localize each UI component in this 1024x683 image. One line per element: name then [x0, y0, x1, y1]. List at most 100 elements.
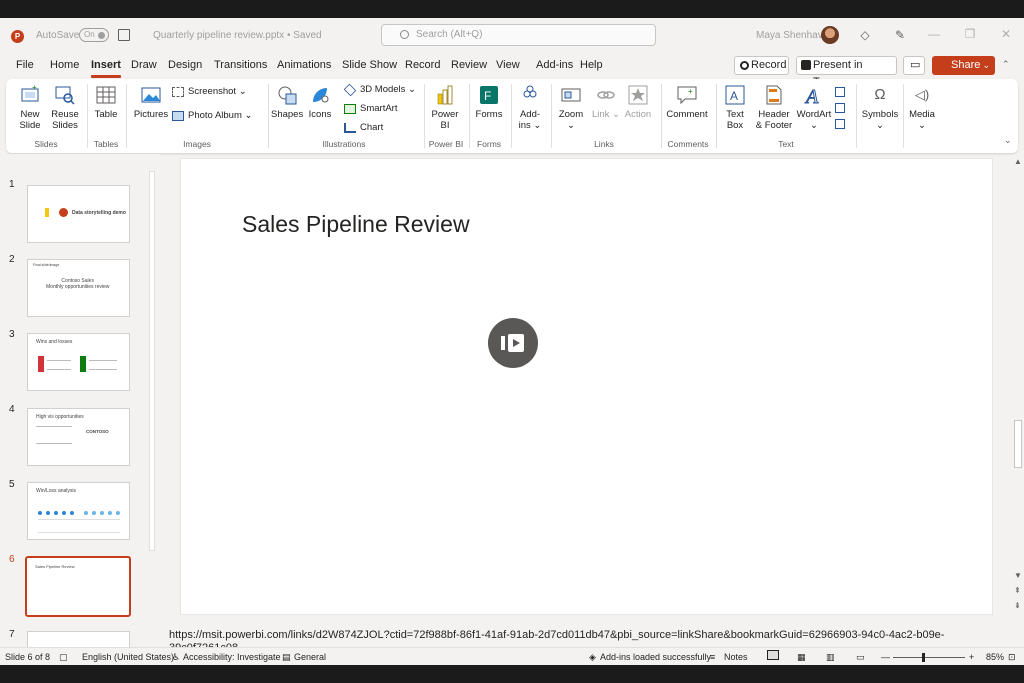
speaker-icon: ◁) [914, 87, 930, 102]
tab-help[interactable]: Help [580, 59, 603, 71]
minimize-icon[interactable]: — [927, 27, 941, 41]
zoom-out-icon[interactable]: — [881, 652, 890, 662]
new-slide-button[interactable]: + New Slide [12, 84, 48, 131]
share-button[interactable]: Share ⌄ [932, 56, 995, 75]
slide-number-icon[interactable] [835, 103, 845, 113]
zoom-slider-thumb[interactable] [922, 653, 925, 662]
slide-thumbnail-1[interactable]: Data storytelling demo [27, 185, 130, 243]
thumbnail-detail-lines [89, 360, 117, 370]
tab-animations[interactable]: Animations [277, 59, 331, 71]
slide-thumbnail-5[interactable]: Win/Loss analysis [27, 482, 130, 540]
tab-view[interactable]: View [496, 59, 520, 71]
slide-thumbnail-3[interactable]: Wins and losses [27, 333, 130, 391]
accessibility-status[interactable]: Accessibility: Investigate [183, 652, 281, 662]
tab-insert[interactable]: Insert [91, 59, 121, 78]
add-ins-button[interactable]: Add-ins ⌄ [514, 84, 546, 131]
fit-to-window-icon[interactable]: ⊡ [1008, 652, 1016, 663]
slide-thumbnail-4[interactable]: High vis opportunities CONTOSO [27, 408, 130, 466]
search-box[interactable]: Search (Alt+Q) [381, 24, 656, 46]
video-play-button[interactable] [488, 318, 538, 368]
symbols-button[interactable]: Ω Symbols ⌄ [860, 84, 900, 131]
document-title[interactable]: Quarterly pipeline review.pptx • Saved [153, 30, 322, 41]
tab-file[interactable]: File [16, 59, 34, 71]
table-icon [96, 86, 116, 104]
link-button[interactable]: Link ⌄ [591, 84, 621, 120]
slide-thumbnail-2[interactable]: Final slide/image Contoso Sales Monthly … [27, 259, 130, 317]
tab-design[interactable]: Design [168, 59, 202, 71]
date-time-icon[interactable] [835, 87, 845, 97]
slide-scrollbar[interactable]: ▲ ▼ ⇞ ⇟ [1012, 155, 1024, 635]
3d-models-button[interactable]: 3D Models ⌄ [343, 83, 416, 97]
scrollbar-thumb[interactable] [149, 171, 155, 551]
scroll-up-icon[interactable]: ▲ [1014, 157, 1022, 166]
tab-record[interactable]: Record [405, 59, 440, 71]
comment-button[interactable]: + Comment [665, 84, 709, 120]
zoom-in-icon[interactable]: + [969, 652, 974, 662]
notes-button[interactable]: Notes [724, 652, 748, 662]
previous-slide-icon[interactable]: ⇞ [1014, 586, 1021, 595]
group-label-forms: Forms [476, 139, 502, 149]
power-bi-button[interactable]: Power BI [429, 84, 461, 131]
photo-album-button[interactable]: Photo Album ⌄ [172, 109, 252, 123]
tab-transitions[interactable]: Transitions [214, 59, 267, 71]
zoom-slider[interactable] [893, 657, 965, 658]
spellcheck-icon[interactable]: ▢ [59, 652, 68, 663]
ribbon-collapse-icon[interactable]: ⌃ [1002, 59, 1010, 70]
zoom-button[interactable]: Zoom ⌄ [556, 84, 586, 131]
smartart-button[interactable]: SmartArt [344, 102, 397, 116]
tab-home[interactable]: Home [50, 59, 79, 71]
slide-sorter-icon[interactable]: ▦ [797, 652, 806, 663]
scrollbar-thumb[interactable] [1014, 420, 1022, 468]
sensitivity-label[interactable]: General [294, 652, 326, 662]
restore-icon[interactable]: ❐ [963, 27, 977, 41]
group-separator [903, 84, 904, 148]
language[interactable]: English (United States) [82, 652, 174, 662]
forms-button[interactable]: F Forms [473, 84, 505, 120]
slide-canvas[interactable]: Sales Pipeline Review [180, 158, 993, 615]
reuse-slides-label: Reuse Slides [51, 109, 79, 131]
pictures-button[interactable]: Pictures [133, 84, 169, 120]
next-slide-icon[interactable]: ⇟ [1014, 601, 1021, 610]
wordart-button[interactable]: A WordArt ⌄ [796, 84, 832, 132]
media-button[interactable]: ◁) Media ⌄ [906, 84, 938, 131]
reuse-slides-button[interactable]: Reuse Slides [49, 84, 81, 131]
tab-slide-show[interactable]: Slide Show [342, 59, 397, 71]
comments-button[interactable]: ▭ [903, 56, 925, 75]
zoom-level[interactable]: 85% [986, 652, 1004, 662]
thumbnail-table [38, 519, 120, 533]
screenshot-button[interactable]: Screenshot ⌄ [172, 85, 247, 99]
add-ins-status[interactable]: Add-ins loaded successfully [600, 652, 711, 662]
action-button[interactable]: Action [623, 84, 653, 120]
header-footer-button[interactable]: Header & Footer [755, 84, 793, 131]
diamond-icon[interactable]: ◇ [858, 28, 872, 42]
tab-review[interactable]: Review [451, 59, 487, 71]
add-ins-status-icon: ◈ [589, 652, 596, 662]
slide-thumbnail-6[interactable]: Sales Pipeline Review [25, 556, 131, 617]
present-in-teams-button[interactable]: Present in Teams [796, 56, 897, 88]
autosave-toggle[interactable]: On [79, 28, 109, 42]
reading-view-icon[interactable]: ▥ [826, 652, 835, 663]
close-icon[interactable]: ✕ [999, 27, 1013, 41]
pen-icon[interactable]: ✎ [893, 28, 907, 42]
tab-draw[interactable]: Draw [131, 59, 157, 71]
slide-title[interactable]: Sales Pipeline Review [242, 211, 470, 238]
normal-view-icon[interactable] [767, 650, 779, 660]
ribbon-expand-icon[interactable]: ⌄ [1004, 135, 1012, 146]
teams-icon [801, 60, 811, 70]
object-icon[interactable] [835, 119, 845, 129]
text-box-button[interactable]: A Text Box [720, 84, 750, 131]
thumbnails-scrollbar[interactable] [147, 155, 157, 665]
slide-show-icon[interactable]: ▭ [856, 652, 865, 663]
zoom-icon [561, 88, 581, 102]
table-button[interactable]: Table [91, 84, 121, 120]
user-name[interactable]: Maya Shenhav [756, 30, 823, 41]
tab-add-ins[interactable]: Add-ins [536, 59, 573, 71]
save-icon[interactable] [118, 29, 130, 41]
icons-button[interactable]: Icons [306, 84, 334, 120]
avatar[interactable] [821, 26, 839, 44]
record-button[interactable]: Record [734, 56, 789, 75]
scroll-down-icon[interactable]: ▼ [1014, 571, 1022, 580]
chart-button[interactable]: Chart [344, 121, 383, 135]
shapes-button[interactable]: Shapes [271, 84, 303, 120]
thumbnail-title: Data storytelling demo [72, 210, 126, 216]
